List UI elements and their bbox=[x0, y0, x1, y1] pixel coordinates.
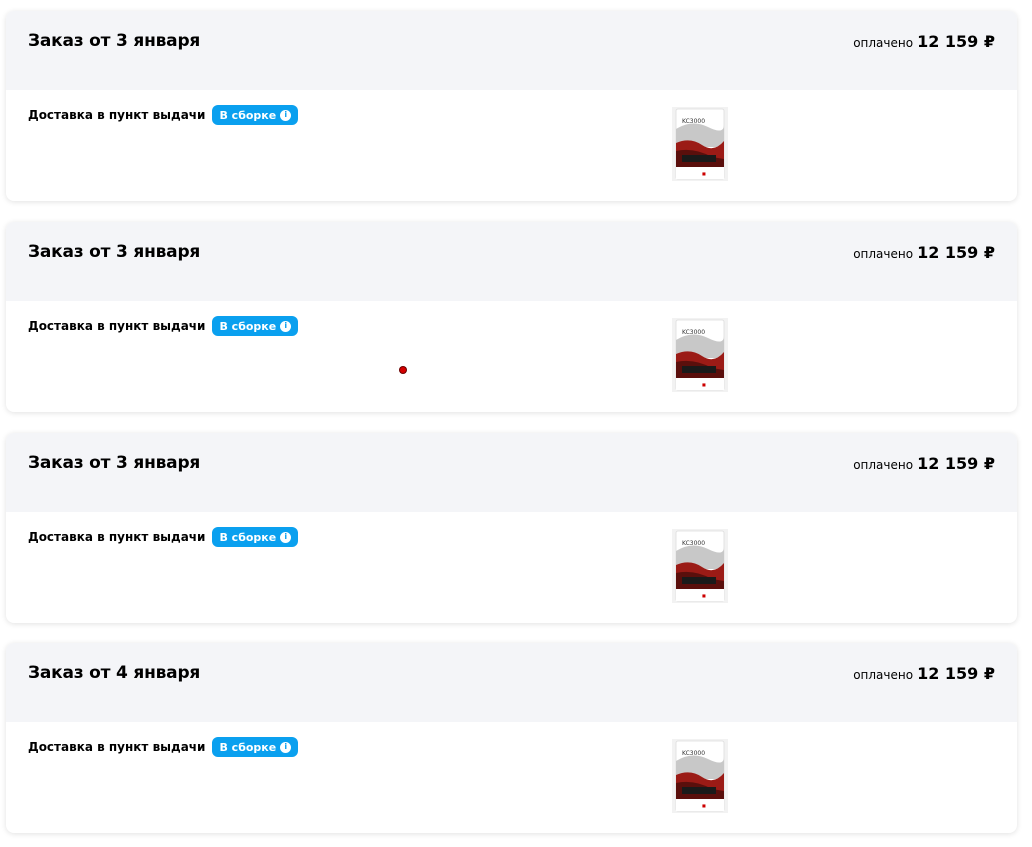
status-badge[interactable]: В сборке i bbox=[212, 527, 299, 547]
status-badge-label: В сборке bbox=[219, 740, 277, 754]
order-header[interactable]: Заказ от 4 января оплачено 12 159 ₽ bbox=[6, 643, 1017, 722]
delivery-label: Доставка в пункт выдачи bbox=[28, 108, 206, 122]
order-paid: оплачено 12 159 ₽ bbox=[853, 454, 995, 473]
order-title: Заказ от 3 января bbox=[28, 242, 201, 262]
status-badge[interactable]: В сборке i bbox=[212, 737, 299, 757]
order-header[interactable]: Заказ от 3 января оплачено 12 159 ₽ bbox=[6, 222, 1017, 301]
order-card[interactable]: Заказ от 3 января оплачено 12 159 ₽ Дост… bbox=[6, 222, 1017, 412]
info-icon[interactable]: i bbox=[280, 531, 292, 543]
delivery-label: Доставка в пункт выдачи bbox=[28, 319, 206, 333]
order-title: Заказ от 4 января bbox=[28, 663, 201, 683]
mouse-cursor-marker bbox=[400, 367, 406, 373]
product-label: KC3000 bbox=[682, 329, 705, 336]
orders-list: Заказ от 3 января оплачено 12 159 ₽ Дост… bbox=[0, 0, 1032, 847]
product-label: KC3000 bbox=[682, 118, 705, 125]
svg-text:■: ■ bbox=[702, 593, 706, 598]
paid-amount: 12 159 ₽ bbox=[917, 243, 995, 262]
delivery-row: Доставка в пункт выдачи В сборке i bbox=[28, 737, 299, 757]
product-label: KC3000 bbox=[682, 750, 705, 757]
status-badge[interactable]: В сборке i bbox=[212, 105, 299, 125]
delivery-row: Доставка в пункт выдачи В сборке i bbox=[28, 527, 299, 547]
status-badge-label: В сборке bbox=[219, 108, 277, 122]
order-title: Заказ от 3 января bbox=[28, 31, 201, 51]
status-badge-label: В сборке bbox=[219, 530, 277, 544]
order-body: Доставка в пункт выдачи В сборке i KC300… bbox=[6, 512, 1017, 623]
paid-label: оплачено bbox=[853, 668, 914, 682]
order-header[interactable]: Заказ от 3 января оплачено 12 159 ₽ bbox=[6, 433, 1017, 512]
paid-label: оплачено bbox=[853, 458, 914, 472]
svg-text:■: ■ bbox=[702, 803, 706, 808]
svg-text:■: ■ bbox=[702, 171, 706, 176]
info-icon[interactable]: i bbox=[280, 109, 292, 121]
delivery-row: Доставка в пункт выдачи В сборке i bbox=[28, 316, 299, 336]
paid-label: оплачено bbox=[853, 36, 914, 50]
delivery-row: Доставка в пункт выдачи В сборке i bbox=[28, 105, 299, 125]
delivery-label: Доставка в пункт выдачи bbox=[28, 530, 206, 544]
status-badge[interactable]: В сборке i bbox=[212, 316, 299, 336]
ssd-package-image[interactable]: KC3000 ■ bbox=[672, 107, 728, 181]
ssd-package-image[interactable]: KC3000 ■ bbox=[672, 529, 728, 603]
order-body: Доставка в пункт выдачи В сборке i KC300… bbox=[6, 722, 1017, 833]
order-body: Доставка в пункт выдачи В сборке i KC300… bbox=[6, 90, 1017, 201]
paid-label: оплачено bbox=[853, 247, 914, 261]
order-paid: оплачено 12 159 ₽ bbox=[853, 32, 995, 51]
svg-text:■: ■ bbox=[702, 382, 706, 387]
info-icon[interactable]: i bbox=[280, 320, 292, 332]
product-label: KC3000 bbox=[682, 540, 705, 547]
status-badge-label: В сборке bbox=[219, 319, 277, 333]
ssd-package-image[interactable]: KC3000 ■ bbox=[672, 318, 728, 392]
order-title: Заказ от 3 января bbox=[28, 453, 201, 473]
paid-amount: 12 159 ₽ bbox=[917, 664, 995, 683]
order-card[interactable]: Заказ от 3 января оплачено 12 159 ₽ Дост… bbox=[6, 11, 1017, 201]
order-card[interactable]: Заказ от 3 января оплачено 12 159 ₽ Дост… bbox=[6, 433, 1017, 623]
info-icon[interactable]: i bbox=[280, 741, 292, 753]
ssd-package-image[interactable]: KC3000 ■ bbox=[672, 739, 728, 813]
paid-amount: 12 159 ₽ bbox=[917, 454, 995, 473]
delivery-label: Доставка в пункт выдачи bbox=[28, 740, 206, 754]
order-body: Доставка в пункт выдачи В сборке i KC300… bbox=[6, 301, 1017, 412]
order-paid: оплачено 12 159 ₽ bbox=[853, 243, 995, 262]
paid-amount: 12 159 ₽ bbox=[917, 32, 995, 51]
order-header[interactable]: Заказ от 3 января оплачено 12 159 ₽ bbox=[6, 11, 1017, 90]
order-card[interactable]: Заказ от 4 января оплачено 12 159 ₽ Дост… bbox=[6, 643, 1017, 833]
order-paid: оплачено 12 159 ₽ bbox=[853, 664, 995, 683]
